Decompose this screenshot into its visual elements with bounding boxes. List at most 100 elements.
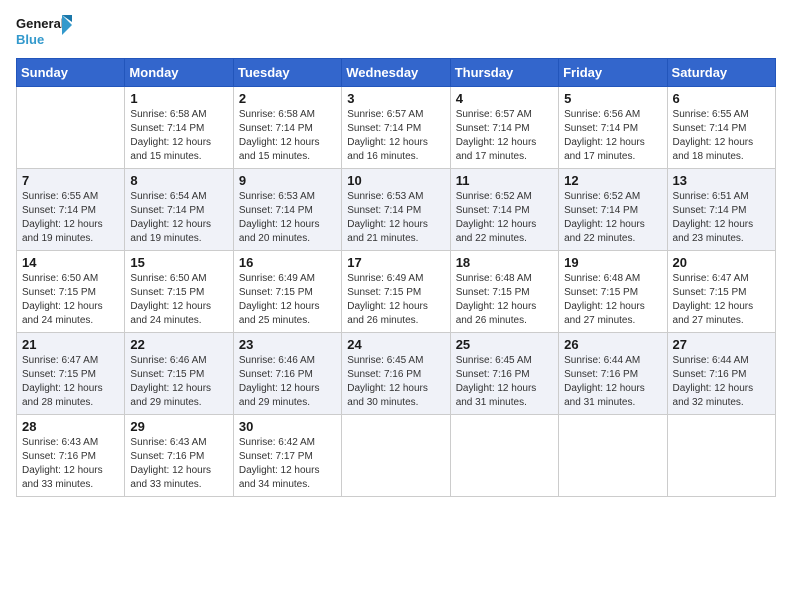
day-info: Sunrise: 6:54 AM Sunset: 7:14 PM Dayligh… [130,190,227,246]
calendar-day-cell: 4Sunrise: 6:57 AM Sunset: 7:14 PM Daylig… [450,87,558,169]
calendar-day-cell: 18 Sunrise: 6:48 AM Sunset: 7:15 PM Dayli… [450,251,558,333]
day-number: 19 [564,255,661,270]
calendar-week-row: 7Sunrise: 6:55 AM Sunset: 7:14 PM Daylig… [17,169,776,251]
day-info: Sunrise: 6:50 AM Sunset: 7:15 PM Dayligh… [22,272,119,328]
day-info: Sunrise: 6:52 AM Sunset: 7:14 PM Dayligh… [564,190,661,246]
calendar-table: SundayMondayTuesdayWednesdayThursdayFrid… [16,58,776,497]
day-number: 11 [456,173,553,188]
calendar-week-row: 1Sunrise: 6:58 AM Sunset: 7:14 PM Daylig… [17,87,776,169]
day-info: Sunrise: 6:45 AM Sunset: 7:16 PM Dayligh… [456,354,553,410]
day-info: Sunrise: 6:58 AM Sunset: 7:14 PM Dayligh… [239,108,336,164]
day-info: Sunrise: 6:43 AM Sunset: 7:16 PM Dayligh… [22,436,119,492]
day-number: 2 [239,91,336,106]
day-number: 24 [347,337,444,352]
calendar-day-cell: 29 Sunrise: 6:43 AM Sunset: 7:16 PM Dayli… [125,415,233,497]
calendar-day-cell: 21 Sunrise: 6:47 AM Sunset: 7:15 PM Dayli… [17,333,125,415]
calendar-day-cell: 24Sunrise: 6:45 AM Sunset: 7:16 PM Dayli… [342,333,450,415]
day-number: 22 [130,337,227,352]
day-number: 14 [22,255,119,270]
day-number: 27 [673,337,770,352]
page: General Blue SundayMondayTuesdayWednesda… [0,0,792,612]
calendar-day-cell: 15 Sunrise: 6:50 AM Sunset: 7:15 PM Dayli… [125,251,233,333]
day-number: 9 [239,173,336,188]
calendar-day-cell: 6 Sunrise: 6:55 AM Sunset: 7:14 PM Daylig… [667,87,775,169]
calendar-day-cell [559,415,667,497]
calendar-day-cell: 3 Sunrise: 6:57 AM Sunset: 7:14 PM Daylig… [342,87,450,169]
svg-text:General: General [16,16,64,31]
calendar-day-cell: 10 Sunrise: 6:53 AM Sunset: 7:14 PM Dayli… [342,169,450,251]
calendar-day-cell: 11 Sunrise: 6:52 AM Sunset: 7:14 PM Dayli… [450,169,558,251]
calendar-day-cell: 25Sunrise: 6:45 AM Sunset: 7:16 PM Dayli… [450,333,558,415]
svg-text:Blue: Blue [16,32,44,47]
day-info: Sunrise: 6:46 AM Sunset: 7:15 PM Dayligh… [130,354,227,410]
day-header-tuesday: Tuesday [233,59,341,87]
day-info: Sunrise: 6:46 AM Sunset: 7:16 PM Dayligh… [239,354,336,410]
calendar-day-cell: 9 Sunrise: 6:53 AM Sunset: 7:14 PM Daylig… [233,169,341,251]
calendar-day-cell: 30Sunrise: 6:42 AM Sunset: 7:17 PM Dayli… [233,415,341,497]
calendar-week-row: 28 Sunrise: 6:43 AM Sunset: 7:16 PM Dayli… [17,415,776,497]
calendar-day-cell: 13 Sunrise: 6:51 AM Sunset: 7:14 PM Dayli… [667,169,775,251]
day-header-monday: Monday [125,59,233,87]
day-info: Sunrise: 6:50 AM Sunset: 7:15 PM Dayligh… [130,272,227,328]
day-number: 12 [564,173,661,188]
day-info: Sunrise: 6:58 AM Sunset: 7:14 PM Dayligh… [130,108,227,164]
day-number: 30 [239,419,336,434]
calendar-day-cell [342,415,450,497]
calendar-day-cell: 28 Sunrise: 6:43 AM Sunset: 7:16 PM Dayli… [17,415,125,497]
day-number: 18 [456,255,553,270]
day-number: 13 [673,173,770,188]
day-number: 4 [456,91,553,106]
day-info: Sunrise: 6:51 AM Sunset: 7:14 PM Dayligh… [673,190,770,246]
day-info: Sunrise: 6:56 AM Sunset: 7:14 PM Dayligh… [564,108,661,164]
day-info: Sunrise: 6:55 AM Sunset: 7:14 PM Dayligh… [673,108,770,164]
calendar-day-cell: 19 Sunrise: 6:48 AM Sunset: 7:15 PM Dayli… [559,251,667,333]
calendar-day-cell [667,415,775,497]
day-info: Sunrise: 6:43 AM Sunset: 7:16 PM Dayligh… [130,436,227,492]
day-number: 7 [22,173,119,188]
day-info: Sunrise: 6:47 AM Sunset: 7:15 PM Dayligh… [673,272,770,328]
day-number: 5 [564,91,661,106]
day-number: 16 [239,255,336,270]
calendar-day-cell: 17 Sunrise: 6:49 AM Sunset: 7:15 PM Dayli… [342,251,450,333]
day-info: Sunrise: 6:44 AM Sunset: 7:16 PM Dayligh… [564,354,661,410]
day-info: Sunrise: 6:48 AM Sunset: 7:15 PM Dayligh… [564,272,661,328]
day-number: 10 [347,173,444,188]
day-info: Sunrise: 6:49 AM Sunset: 7:15 PM Dayligh… [347,272,444,328]
day-number: 6 [673,91,770,106]
header: General Blue [16,10,776,50]
calendar-day-cell: 22 Sunrise: 6:46 AM Sunset: 7:15 PM Dayli… [125,333,233,415]
calendar-day-cell [17,87,125,169]
day-info: Sunrise: 6:53 AM Sunset: 7:14 PM Dayligh… [239,190,336,246]
calendar-header-row: SundayMondayTuesdayWednesdayThursdayFrid… [17,59,776,87]
day-number: 29 [130,419,227,434]
day-header-sunday: Sunday [17,59,125,87]
day-number: 8 [130,173,227,188]
logo: General Blue [16,10,76,50]
day-number: 17 [347,255,444,270]
day-header-wednesday: Wednesday [342,59,450,87]
day-header-saturday: Saturday [667,59,775,87]
calendar-day-cell: 20Sunrise: 6:47 AM Sunset: 7:15 PM Dayli… [667,251,775,333]
day-info: Sunrise: 6:53 AM Sunset: 7:14 PM Dayligh… [347,190,444,246]
calendar-day-cell: 2 Sunrise: 6:58 AM Sunset: 7:14 PM Daylig… [233,87,341,169]
day-number: 23 [239,337,336,352]
day-info: Sunrise: 6:57 AM Sunset: 7:14 PM Dayligh… [347,108,444,164]
calendar-day-cell: 12 Sunrise: 6:52 AM Sunset: 7:14 PM Dayli… [559,169,667,251]
day-info: Sunrise: 6:48 AM Sunset: 7:15 PM Dayligh… [456,272,553,328]
day-info: Sunrise: 6:52 AM Sunset: 7:14 PM Dayligh… [456,190,553,246]
day-number: 28 [22,419,119,434]
day-info: Sunrise: 6:49 AM Sunset: 7:15 PM Dayligh… [239,272,336,328]
calendar-day-cell: 5 Sunrise: 6:56 AM Sunset: 7:14 PM Daylig… [559,87,667,169]
day-number: 3 [347,91,444,106]
calendar-day-cell: 8 Sunrise: 6:54 AM Sunset: 7:14 PM Daylig… [125,169,233,251]
day-number: 21 [22,337,119,352]
day-number: 15 [130,255,227,270]
calendar-day-cell: 26Sunrise: 6:44 AM Sunset: 7:16 PM Dayli… [559,333,667,415]
day-header-friday: Friday [559,59,667,87]
calendar-day-cell: 16 Sunrise: 6:49 AM Sunset: 7:15 PM Dayli… [233,251,341,333]
day-info: Sunrise: 6:47 AM Sunset: 7:15 PM Dayligh… [22,354,119,410]
generalblue-logo-icon: General Blue [16,10,76,50]
calendar-day-cell: 14 Sunrise: 6:50 AM Sunset: 7:15 PM Dayli… [17,251,125,333]
calendar-day-cell: 1Sunrise: 6:58 AM Sunset: 7:14 PM Daylig… [125,87,233,169]
calendar-day-cell: 23 Sunrise: 6:46 AM Sunset: 7:16 PM Dayli… [233,333,341,415]
